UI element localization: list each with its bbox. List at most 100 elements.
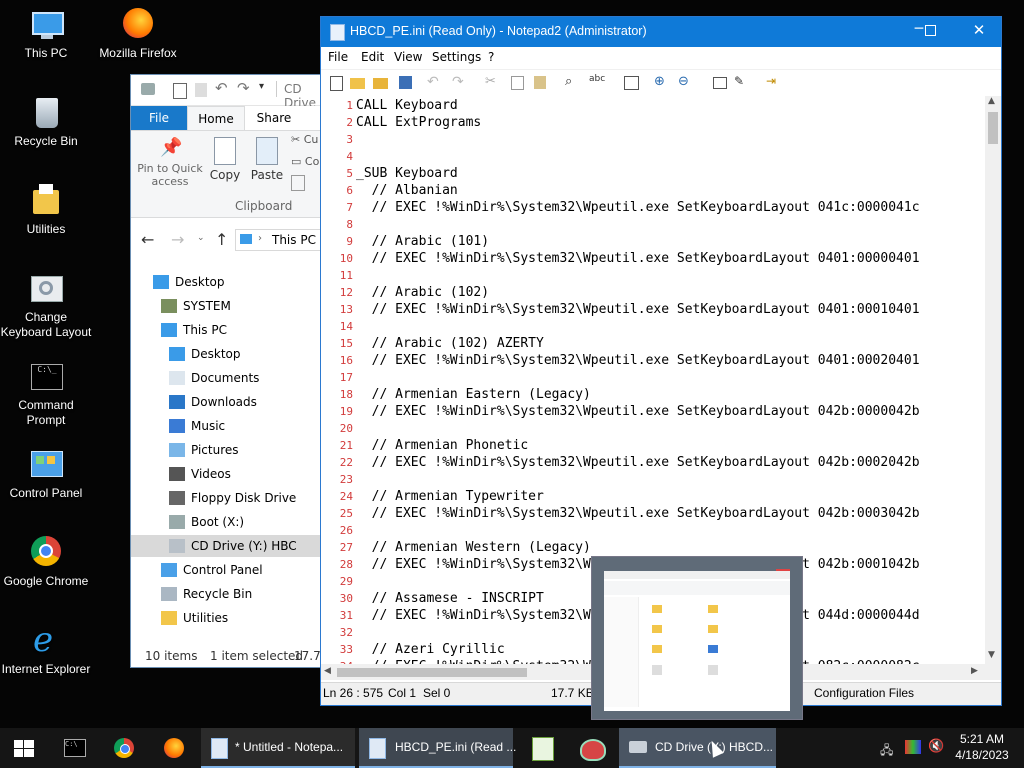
taskbar-chart-app[interactable]: [520, 728, 564, 768]
open-icon[interactable]: [349, 74, 367, 92]
code-line[interactable]: // Armenian Eastern (Legacy): [356, 387, 591, 402]
code-line[interactable]: // Arabic (102): [356, 285, 489, 300]
copy-path-button[interactable]: ▭ Co: [291, 155, 319, 168]
desktop-icon-firefox[interactable]: Mozilla Firefox: [92, 8, 184, 61]
clock[interactable]: 5:21 AM 4/18/2023: [948, 731, 1016, 763]
nav-item[interactable]: Desktop: [131, 271, 321, 293]
desktop-icon-this-pc[interactable]: This PC: [0, 8, 92, 61]
nav-item[interactable]: Desktop: [131, 343, 321, 365]
notepad-titlebar[interactable]: HBCD_PE.ini (Read Only) - Notepad2 (Admi…: [321, 17, 1001, 47]
save-icon[interactable]: [397, 74, 415, 92]
code-line[interactable]: // Azeri Cyrillic: [356, 642, 505, 657]
replace-icon[interactable]: abc: [589, 74, 607, 92]
h-scrollbar-thumb[interactable]: [337, 668, 527, 677]
code-line[interactable]: // EXEC !%WinDir%\System32\Wpeutil.exe S…: [356, 251, 920, 266]
find-icon[interactable]: ⌕: [565, 74, 583, 92]
paste-icon[interactable]: [532, 74, 550, 92]
taskbar-hbcd-notepad[interactable]: HBCD_PE.ini (Read ...: [359, 728, 516, 768]
nav-item[interactable]: Floppy Disk Drive: [131, 487, 321, 509]
taskbar-command-prompt[interactable]: C:\: [52, 728, 96, 768]
close-button[interactable]: ✕: [969, 21, 989, 41]
scroll-up-icon[interactable]: ▲: [988, 96, 995, 106]
code-line[interactable]: // Armenian Phonetic: [356, 438, 529, 453]
desktop-icon-change-keyboard-layout[interactable]: Change Keyboard Layout: [0, 272, 92, 340]
menu-file[interactable]: File: [328, 50, 348, 64]
nav-item[interactable]: Control Panel: [131, 559, 321, 581]
nav-item[interactable]: Utilities: [131, 607, 321, 629]
code-line[interactable]: // EXEC !%WinDir%\System32\Wpeutil.exe S…: [356, 302, 920, 317]
undo-icon[interactable]: ↶: [427, 74, 445, 92]
qat-dropdown-icon[interactable]: ▾: [259, 81, 264, 92]
code-line[interactable]: // EXEC !%WinDir%\System32\Wpeutil.exe S…: [356, 200, 920, 215]
paste-button[interactable]: Paste: [249, 137, 285, 182]
tab-file[interactable]: File: [131, 106, 187, 130]
redo-icon[interactable]: ↷: [237, 79, 250, 97]
nav-item[interactable]: Documents: [131, 367, 321, 389]
scroll-left-icon[interactable]: ◀: [324, 666, 331, 676]
nav-item[interactable]: SYSTEM: [131, 295, 321, 317]
scroll-right-icon[interactable]: ▶: [971, 666, 978, 676]
cut-button[interactable]: ✂ Cu: [291, 133, 318, 146]
taskbar-cd-drive-explorer[interactable]: CD Drive (Y:) HBCD...: [619, 728, 776, 768]
desktop-icon-command-prompt[interactable]: C:\_ Command Prompt: [0, 360, 92, 428]
zoom-out-icon[interactable]: ⊖: [678, 74, 696, 92]
nav-item[interactable]: CD Drive (Y:) HBC: [131, 535, 321, 557]
address-bar[interactable]: › This PC: [235, 229, 321, 251]
scroll-down-icon[interactable]: ▼: [988, 650, 995, 660]
up-icon[interactable]: ↑: [215, 230, 228, 249]
code-line[interactable]: // Assamese - INSCRIPT: [356, 591, 544, 606]
back-icon[interactable]: ←: [141, 230, 154, 249]
cut-icon[interactable]: ✂: [485, 74, 503, 92]
taskbar-chrome[interactable]: [102, 728, 146, 768]
undo-icon[interactable]: ↶: [215, 79, 228, 97]
vertical-scrollbar[interactable]: ▲ ▼: [985, 96, 1001, 664]
desktop-icon-control-panel[interactable]: Control Panel: [0, 448, 92, 501]
code-line[interactable]: _SUB Keyboard: [356, 166, 458, 181]
taskbar-system-tool[interactable]: [570, 728, 614, 768]
code-line[interactable]: // Arabic (102) AZERTY: [356, 336, 544, 351]
zoom-in-icon[interactable]: ⊕: [654, 74, 672, 92]
code-line[interactable]: // EXEC !%WinDir%\System32\Wpeutil.exe S…: [356, 506, 920, 521]
tab-share[interactable]: Share: [245, 106, 303, 130]
word-wrap-icon[interactable]: [622, 74, 640, 92]
paste-shortcut-icon[interactable]: [291, 175, 305, 191]
pin-quick-access-button[interactable]: 📌 Pin to Quick access: [135, 137, 205, 193]
desktop-icon-utilities[interactable]: Utilities: [0, 184, 92, 237]
desktop-icon-recycle-bin[interactable]: Recycle Bin: [0, 96, 92, 149]
new-icon[interactable]: [327, 74, 345, 92]
code-line[interactable]: // EXEC !%WinDir%\System32\Wpeutil.exe S…: [356, 404, 920, 419]
nav-item[interactable]: Downloads: [131, 391, 321, 413]
menu-help[interactable]: ?: [488, 50, 494, 64]
tray-network-icon[interactable]: 🖧: [880, 741, 896, 757]
desktop-icon-google-chrome[interactable]: Google Chrome: [0, 536, 92, 589]
copy-icon[interactable]: [509, 74, 527, 92]
menu-settings[interactable]: Settings: [432, 50, 481, 64]
tray-volume-muted-icon[interactable]: 🔇: [928, 739, 944, 754]
menu-edit[interactable]: Edit: [361, 50, 384, 64]
exit-icon[interactable]: ⇥: [766, 74, 784, 92]
code-line[interactable]: // Arabic (101): [356, 234, 489, 249]
code-line[interactable]: // Armenian Typewriter: [356, 489, 544, 504]
copy-button[interactable]: Copy: [207, 137, 243, 182]
nav-item[interactable]: Boot (X:): [131, 511, 321, 533]
customize-scheme-icon[interactable]: ✎: [734, 74, 752, 92]
taskbar-untitled-notepad[interactable]: * Untitled - Notepa...: [201, 728, 355, 768]
nav-item[interactable]: This PC: [131, 319, 321, 341]
taskbar-thumbnail-preview[interactable]: ✕: [591, 556, 803, 720]
tab-home[interactable]: Home: [187, 106, 245, 131]
redo-icon[interactable]: ↷: [452, 74, 470, 92]
code-line[interactable]: // Armenian Western (Legacy): [356, 540, 591, 555]
start-button[interactable]: [0, 728, 48, 768]
taskbar-firefox[interactable]: [152, 728, 196, 768]
desktop-icon-internet-explorer[interactable]: e Internet Explorer: [0, 623, 92, 677]
code-line[interactable]: // EXEC !%WinDir%\System32\Wpeutil.exe S…: [356, 353, 920, 368]
forward-icon[interactable]: →: [171, 230, 184, 249]
nav-item[interactable]: Recycle Bin: [131, 583, 321, 605]
browse-icon[interactable]: [372, 74, 390, 92]
code-line[interactable]: CALL ExtPrograms: [356, 115, 481, 130]
recent-dropdown-icon[interactable]: ⌄: [197, 233, 205, 243]
properties-icon[interactable]: [173, 83, 187, 99]
scheme-icon[interactable]: [710, 74, 728, 92]
maximize-button[interactable]: [925, 25, 936, 36]
scrollbar-thumb[interactable]: [988, 112, 998, 144]
